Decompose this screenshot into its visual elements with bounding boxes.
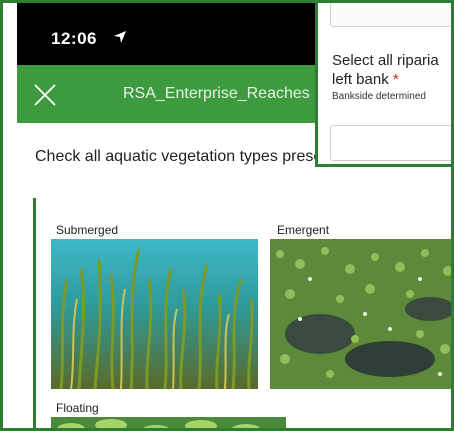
emergent-vegetation-image[interactable] [270, 239, 454, 389]
status-time: 12:06 [51, 29, 97, 48]
previous-answer-field[interactable] [330, 3, 451, 27]
option-label-floating: Floating [56, 401, 99, 415]
floating-vegetation-image[interactable] [51, 417, 286, 431]
option-label-submerged: Submerged [56, 223, 119, 237]
survey-title: RSA_Enterprise_Reaches [123, 85, 310, 102]
phone-screen: 12:06 RSA_Enterprise_Reaches Check all a… [0, 0, 454, 431]
overlay-riparian-panel: Select all riparia left bank * Bankside … [315, 3, 451, 167]
question-text: Check all aquatic vegetation types prese… [35, 148, 341, 165]
riparian-question-line2: left bank [332, 71, 389, 88]
riparian-required-marker: * [392, 71, 399, 88]
option-label-emergent: Emergent [277, 223, 330, 237]
location-arrow-icon [114, 31, 126, 43]
close-icon[interactable] [33, 83, 57, 107]
riparian-answer-field[interactable] [330, 125, 451, 161]
riparian-hint: Bankside determined [332, 91, 426, 102]
riparian-question: Select all riparia left bank * [332, 51, 439, 89]
vegetation-image-options: Submerged Emergent Floating [33, 198, 454, 431]
riparian-question-line1: Select all riparia [332, 52, 439, 69]
submerged-vegetation-image[interactable] [51, 239, 258, 389]
form-content[interactable]: Check all aquatic vegetation types prese… [17, 123, 454, 431]
